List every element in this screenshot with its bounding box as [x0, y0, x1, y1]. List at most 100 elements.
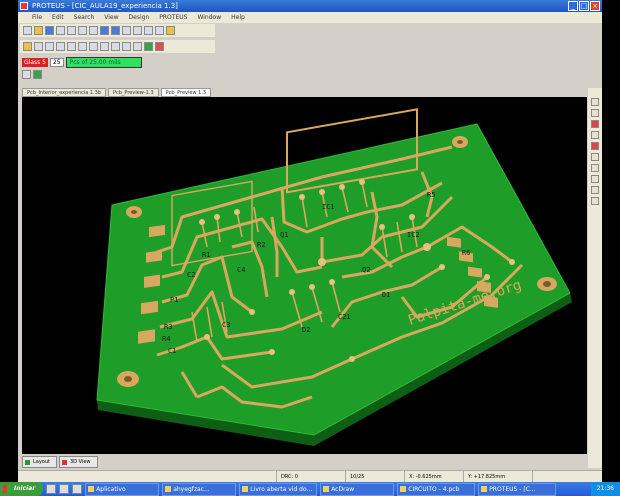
save-icon[interactable] — [45, 26, 54, 35]
label-r2: R2 — [257, 241, 265, 249]
component-tool-icon[interactable] — [34, 42, 43, 51]
layout-icon — [25, 460, 30, 465]
label-c1: C1 — [168, 347, 176, 355]
reset-view-icon[interactable] — [591, 197, 599, 205]
zoom-icon[interactable] — [591, 186, 599, 194]
view-left-icon[interactable] — [591, 142, 599, 150]
quicklaunch-desktop-icon[interactable] — [72, 484, 83, 494]
check-tool-icon[interactable] — [144, 42, 153, 51]
paste-icon[interactable] — [89, 26, 98, 35]
view-mode-tabs: Layout 3D View — [22, 456, 98, 468]
3d-viewport[interactable]: P1 R3 R4 C1 C2 C3 C4 Q1 Q2 IC1 IC2 R1 R2… — [22, 97, 587, 454]
label-q2: Q2 — [362, 266, 370, 274]
tab-preview-1[interactable]: Pcb_Preview-1.3 — [107, 88, 159, 97]
tab-3d-view[interactable]: 3D View — [59, 456, 98, 468]
start-label: Iniciar — [14, 485, 36, 492]
task-5[interactable]: CIRCUITO - 4.pcb — [397, 482, 476, 496]
view-right-icon[interactable] — [591, 153, 599, 161]
menu-search[interactable]: Search — [74, 12, 95, 23]
layer-number[interactable]: 25 — [49, 58, 64, 67]
arc-tool-icon[interactable] — [67, 42, 76, 51]
pcb-icon — [400, 485, 407, 492]
label-r6: R6 — [462, 249, 470, 257]
mode-icon-2[interactable] — [33, 70, 42, 79]
menu-bar: File Edit Search View Design PROTEUS Win… — [18, 12, 602, 23]
start-button[interactable]: Iniciar — [0, 482, 44, 496]
menu-help[interactable]: Help — [231, 12, 245, 23]
app-icon — [20, 2, 28, 10]
label-c4: C4 — [237, 266, 245, 274]
grid-icon[interactable] — [166, 26, 175, 35]
menu-view[interactable]: View — [104, 12, 118, 23]
label-r4: R4 — [162, 335, 170, 343]
close-button[interactable]: × — [590, 1, 600, 11]
draw-icon — [323, 485, 330, 492]
cut-icon[interactable] — [67, 26, 76, 35]
undo-icon[interactable] — [100, 26, 109, 35]
folder-icon — [88, 485, 95, 492]
mode-icon-1[interactable] — [22, 70, 31, 79]
new-file-icon[interactable] — [23, 26, 32, 35]
track-tool-icon[interactable] — [45, 42, 54, 51]
quicklaunch-media-icon[interactable] — [59, 484, 70, 494]
label-p1: P1 — [170, 296, 178, 304]
copy-icon[interactable] — [78, 26, 87, 35]
view-bottom-icon[interactable] — [591, 109, 599, 117]
circle-tool-icon[interactable] — [89, 42, 98, 51]
menu-file[interactable]: File — [32, 12, 42, 23]
open-folder-icon[interactable] — [34, 26, 43, 35]
quicklaunch-ie-icon[interactable] — [46, 484, 57, 494]
minimize-button[interactable]: _ — [568, 1, 578, 11]
folder-icon — [165, 485, 172, 492]
label-c3: C3 — [222, 321, 230, 329]
layer-selector: Glass 5 25 Pcs of 25.00 mils — [22, 56, 162, 69]
window-controls: _ □ × — [568, 1, 600, 11]
select-tool-icon[interactable] — [23, 42, 32, 51]
zoom-in-icon[interactable] — [122, 26, 131, 35]
task-4[interactable]: AcDraw — [320, 482, 395, 496]
task-2[interactable]: ahyegfzac... — [162, 482, 237, 496]
label-c21: C21 — [338, 313, 351, 321]
view-front-icon[interactable] — [591, 120, 599, 128]
maximize-button[interactable]: □ — [579, 1, 589, 11]
label-d2: D2 — [302, 326, 310, 334]
menu-proteus[interactable]: PROTEUS — [159, 12, 187, 23]
zoom-fit-icon[interactable] — [144, 26, 153, 35]
task-6[interactable]: PROTEUS - [C... — [478, 482, 557, 496]
tab-interior[interactable]: Pcb_Interior_experiencia 1.3b — [22, 88, 106, 97]
view-top-icon[interactable] — [591, 98, 599, 106]
dimension-tool-icon[interactable] — [133, 42, 142, 51]
menu-edit[interactable]: Edit — [52, 12, 64, 23]
tab-preview-2[interactable]: Pcb_Preview 1.3 — [160, 88, 212, 97]
menu-window[interactable]: Window — [197, 12, 221, 23]
layer-dropdown[interactable]: Glass 5 — [22, 58, 48, 67]
app-window: PROTEUS - [CIC_AULA19_experiencia 1.3] _… — [18, 0, 602, 482]
grid-dropdown[interactable]: Pcs of 25.00 mils — [65, 57, 142, 68]
system-tray: 21:36 — [590, 482, 620, 496]
label-c2: C2 — [187, 271, 195, 279]
square-tool-icon[interactable] — [78, 42, 87, 51]
edit-toolbar — [20, 40, 215, 53]
drc-tool-icon[interactable] — [155, 42, 164, 51]
task-1[interactable]: Aplicativo — [85, 482, 160, 496]
marker-tool-icon[interactable] — [122, 42, 131, 51]
status-drc: DRC: 0 — [277, 471, 346, 482]
redo-icon[interactable] — [111, 26, 120, 35]
task-5-label: CIRCUITO - 4.pcb — [408, 485, 460, 493]
refresh-icon[interactable] — [155, 26, 164, 35]
symbol-tool-icon[interactable] — [111, 42, 120, 51]
task-3[interactable]: Livro aberta vid do... — [239, 482, 318, 496]
screen: PROTEUS - [CIC_AULA19_experiencia 1.3] _… — [0, 0, 620, 496]
text-tool-icon[interactable] — [100, 42, 109, 51]
rotate-icon[interactable] — [591, 164, 599, 172]
view-back-icon[interactable] — [591, 131, 599, 139]
label-r1: R1 — [202, 251, 210, 259]
via-tool-icon[interactable] — [56, 42, 65, 51]
zoom-out-icon[interactable] — [133, 26, 142, 35]
tab-layout[interactable]: Layout — [22, 456, 57, 468]
status-message — [18, 471, 277, 482]
status-y: Y: +17.825mm — [464, 471, 533, 482]
menu-design[interactable]: Design — [129, 12, 150, 23]
print-icon[interactable] — [56, 26, 65, 35]
pan-icon[interactable] — [591, 175, 599, 183]
